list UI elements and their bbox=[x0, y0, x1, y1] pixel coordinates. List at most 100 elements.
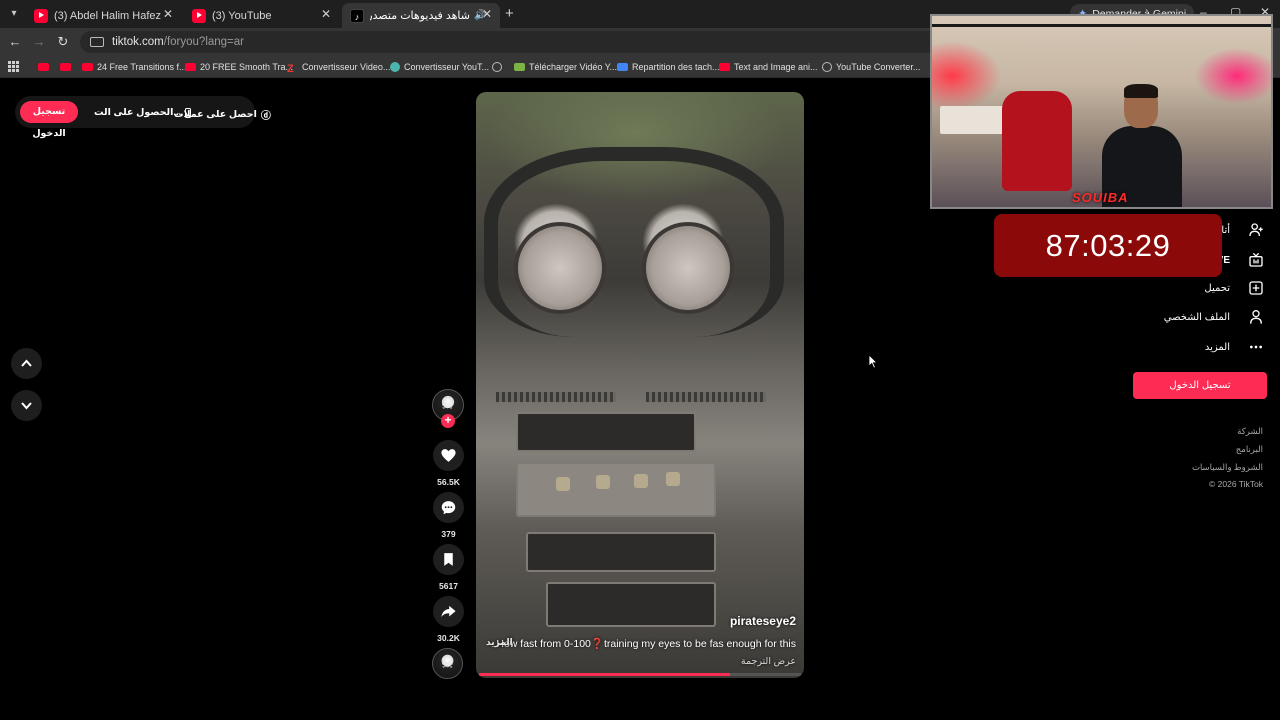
tab-title: (3) Abdel Halim Hafez - Ala Hesb bbox=[54, 9, 166, 22]
forward-arrow-icon[interactable]: → bbox=[31, 34, 47, 49]
see-translation-link[interactable]: عرض الترجمة bbox=[741, 656, 796, 667]
bookmark-telecharger-video[interactable]: Télécharger Vidéo Y... bbox=[514, 59, 617, 75]
bookmark-label: Repartition des tach... bbox=[632, 62, 720, 72]
tab-abdel-halim[interactable]: (3) Abdel Halim Hafez - Ala Hesb ✕ bbox=[26, 3, 181, 28]
footer-company-link[interactable]: الشركة bbox=[1237, 426, 1263, 437]
tab-tiktok[interactable]: ♪ شاهد فيديوهات متصدرة | TikTok 🔊 ✕ bbox=[342, 3, 500, 28]
plus-square-icon bbox=[1249, 281, 1263, 295]
bookmark-youtube-1[interactable] bbox=[38, 59, 53, 75]
globe-icon bbox=[822, 62, 832, 72]
comment-button[interactable] bbox=[433, 492, 464, 523]
video-progress-fill bbox=[479, 673, 731, 676]
back-arrow-icon[interactable]: ← bbox=[7, 34, 23, 49]
share-button[interactable] bbox=[433, 596, 464, 627]
sidebar-item-upload[interactable]: تحميل bbox=[1204, 280, 1264, 296]
reload-icon[interactable]: ↻ bbox=[55, 34, 71, 50]
video-frame-knob bbox=[634, 474, 648, 488]
chevron-down-icon bbox=[21, 402, 32, 410]
save-button[interactable] bbox=[433, 544, 464, 575]
cam-streamer-hair bbox=[1124, 84, 1158, 98]
bookmark-text-image[interactable]: Text and Image ani... bbox=[719, 59, 818, 75]
caption-more-link[interactable]: المزيد bbox=[486, 637, 513, 648]
bookmark-icon bbox=[444, 553, 453, 566]
download-icon bbox=[514, 63, 525, 71]
bookmark-youtube-converter[interactable]: YouTube Converter... bbox=[822, 59, 920, 75]
sidebar-label: المزيد bbox=[1204, 341, 1230, 353]
sidebar-login-button[interactable]: تسجيل الدخول bbox=[1133, 372, 1267, 399]
bookmark-convertisseur-youtube[interactable]: Convertisseur YouT... bbox=[390, 59, 489, 75]
stream-timer: 87:03:29 bbox=[994, 214, 1222, 277]
close-tab-icon[interactable]: ✕ bbox=[321, 7, 331, 21]
user-plus-icon bbox=[1249, 223, 1263, 237]
previous-video-button[interactable] bbox=[11, 348, 42, 379]
video-frame-slot bbox=[526, 532, 716, 572]
save-count: 5617 bbox=[439, 581, 458, 591]
converter-icon bbox=[390, 62, 400, 72]
mouse-cursor-icon bbox=[868, 354, 878, 369]
ellipsis-icon bbox=[1250, 345, 1262, 349]
video-frame-vent bbox=[646, 392, 766, 402]
follow-button[interactable]: + bbox=[441, 414, 455, 428]
z-icon: Z bbox=[287, 63, 294, 75]
address-bar[interactable]: tiktok.com/foryou?lang=ar bbox=[80, 31, 940, 53]
skull-icon: ☠ bbox=[441, 655, 454, 671]
like-count: 56.5K bbox=[437, 477, 460, 487]
skull-icon: ☠ bbox=[441, 396, 454, 412]
bookmark-label: 24 Free Transitions f... bbox=[97, 62, 187, 72]
close-tab-icon[interactable]: ✕ bbox=[163, 7, 173, 21]
bookmark-convertisseur-video[interactable]: Z Convertisseur Video... bbox=[287, 59, 390, 75]
youtube-icon bbox=[60, 63, 71, 71]
get-coins-label: احصل على عملات bbox=[174, 109, 257, 120]
music-disc-avatar[interactable]: ☠ bbox=[432, 648, 463, 679]
site-info-icon[interactable] bbox=[90, 37, 104, 47]
cam-ceiling-line bbox=[932, 24, 1271, 27]
sidebar-item-more[interactable]: المزيد bbox=[1205, 339, 1264, 355]
video-frame-gauge bbox=[514, 222, 606, 314]
footer-copyright: © 2026 TikTok bbox=[1209, 479, 1263, 489]
cam-neon-sign: SOUIBA bbox=[1072, 190, 1129, 205]
chevron-up-icon bbox=[21, 359, 32, 367]
tab-youtube[interactable]: (3) YouTube ✕ bbox=[184, 3, 339, 28]
comment-count: 379 bbox=[441, 529, 456, 539]
tab-title: (3) YouTube bbox=[212, 9, 272, 22]
cam-gaming-chair bbox=[1002, 91, 1072, 191]
live-tv-icon bbox=[1249, 252, 1263, 267]
video-player[interactable]: pirateseye2 How fast from 0-100❓training… bbox=[476, 92, 804, 678]
url-host: tiktok.com bbox=[112, 36, 164, 48]
bookmark-label: Convertisseur YouT... bbox=[404, 62, 490, 72]
footer-terms-link[interactable]: الشروط والسياسات bbox=[1192, 462, 1263, 473]
coin-icon: ⓓ bbox=[260, 111, 271, 122]
tab-search-chevron-icon[interactable]: ▾ bbox=[6, 6, 22, 22]
like-button[interactable] bbox=[433, 440, 464, 471]
footer-program-link[interactable]: البرنامج bbox=[1236, 444, 1263, 455]
bookmark-label: YouTube Converter... bbox=[836, 62, 921, 72]
share-count: 30.2K bbox=[437, 633, 460, 643]
tab-title: شاهد فيديوهات متصدرة | TikTok bbox=[370, 10, 470, 22]
get-coins-button[interactable]: احصل على عملات ⓓ bbox=[174, 107, 271, 122]
sidebar-label: الملف الشخصي bbox=[1163, 311, 1230, 323]
cam-table bbox=[940, 106, 1010, 134]
docs-icon bbox=[617, 63, 628, 71]
url-path: /foryou?lang=ar bbox=[163, 36, 245, 48]
share-arrow-icon bbox=[441, 605, 456, 618]
bookmark-youtube-2[interactable] bbox=[60, 59, 75, 75]
bookmark-label: Text and Image ani... bbox=[734, 62, 818, 72]
bookmark-globe[interactable] bbox=[492, 59, 506, 75]
apps-grid-icon[interactable] bbox=[8, 61, 19, 72]
bookmark-24-free-transitions[interactable]: 24 Free Transitions f... bbox=[82, 59, 187, 75]
next-video-button[interactable] bbox=[11, 390, 42, 421]
video-frame-gauge bbox=[642, 222, 734, 314]
youtube-icon bbox=[38, 63, 49, 71]
video-progress-bar[interactable] bbox=[479, 673, 801, 676]
profile-icon bbox=[1250, 310, 1262, 324]
bookmark-label: Télécharger Vidéo Y... bbox=[529, 62, 618, 72]
webcam-overlay: SOUIBA bbox=[930, 14, 1273, 209]
top-login-button[interactable]: تسجيل الدخول bbox=[20, 101, 78, 139]
video-username[interactable]: pirateseye2 bbox=[730, 614, 796, 628]
sidebar-item-profile[interactable]: الملف الشخصي bbox=[1164, 309, 1264, 325]
bookmark-label: Convertisseur Video... bbox=[302, 62, 391, 72]
new-tab-button[interactable]: + bbox=[505, 5, 519, 22]
bookmark-repartition[interactable]: Repartition des tach... bbox=[617, 59, 720, 75]
close-tab-icon[interactable]: ✕ bbox=[482, 7, 492, 21]
bookmark-20-free-smooth[interactable]: 20 FREE Smooth Tra... bbox=[185, 59, 293, 75]
